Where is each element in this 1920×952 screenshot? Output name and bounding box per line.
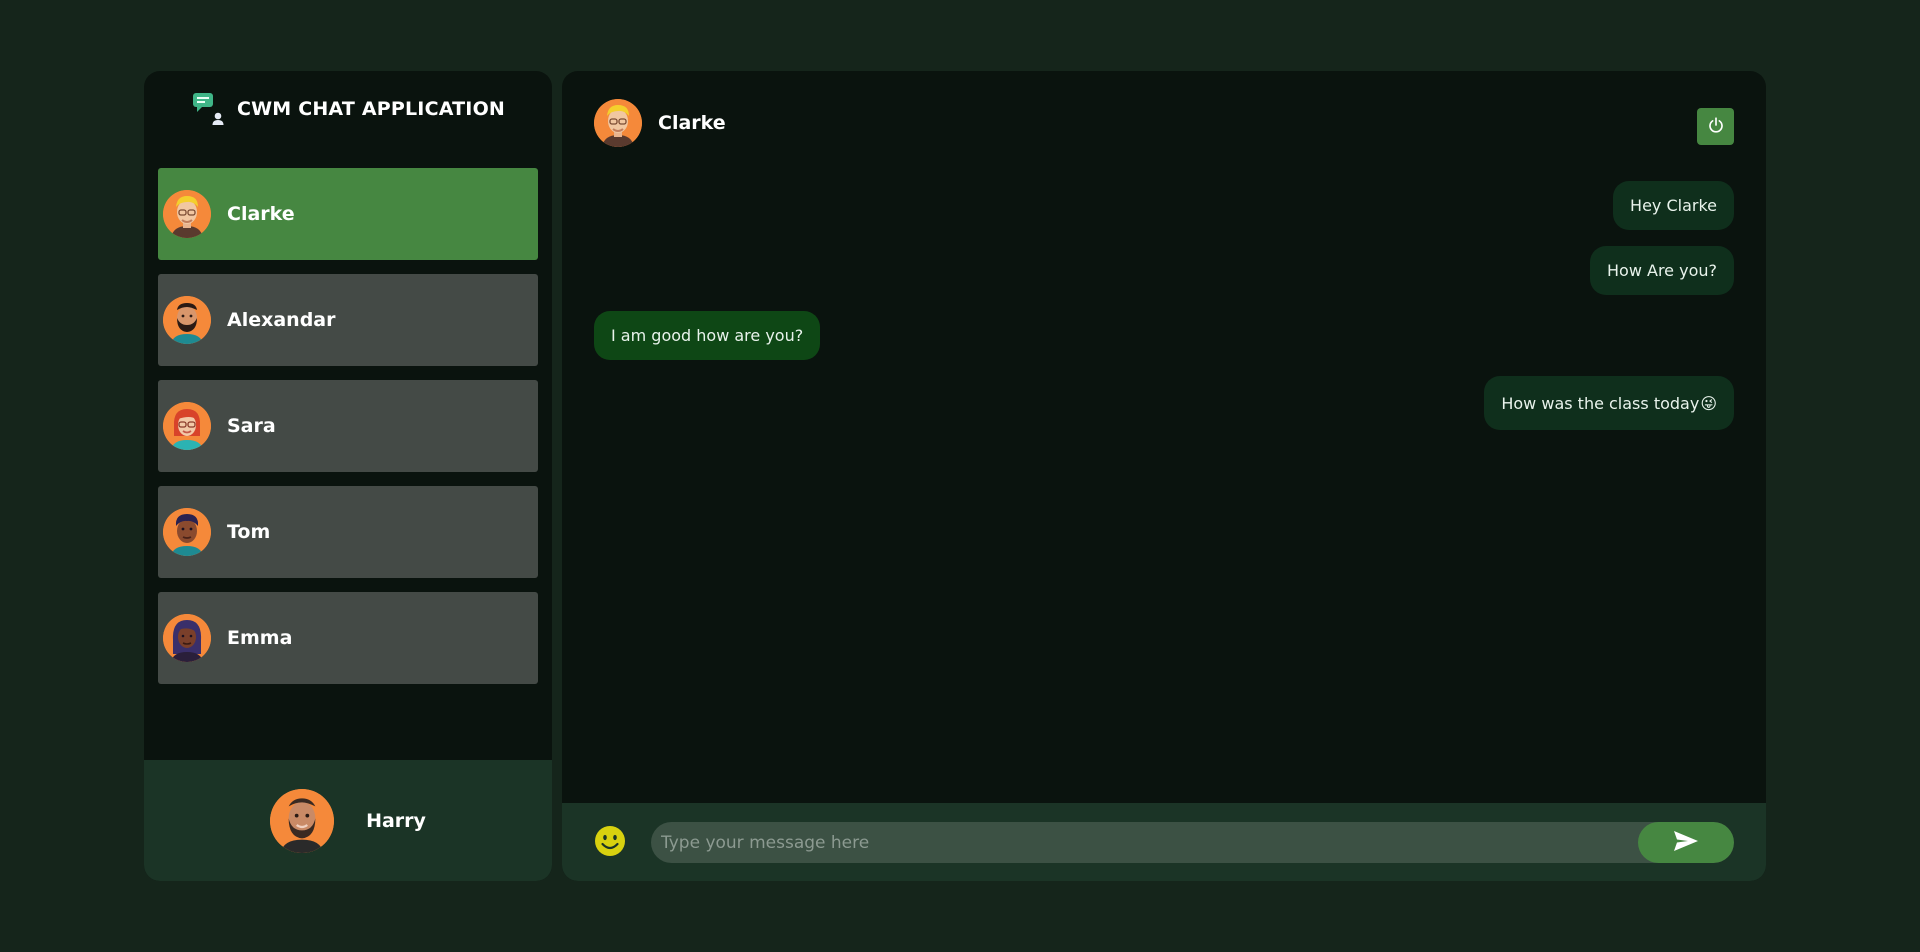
chat-contact-name: Clarke <box>658 112 726 134</box>
chat-bubble-user-icon <box>191 91 225 127</box>
message-text: How was the class today <box>1501 393 1700 413</box>
outgoing-message: How Are you? <box>1590 246 1734 295</box>
contact-name: Clarke <box>227 203 295 225</box>
contact-item-alexandar[interactable]: Alexandar <box>158 274 538 366</box>
message-input-wrapper <box>651 822 1734 863</box>
message-row: How Are you? <box>594 246 1734 295</box>
sidebar: CWM CHAT APPLICATION Clarke Alexandar Sa… <box>144 71 552 881</box>
avatar <box>270 788 335 853</box>
avatar <box>163 402 211 450</box>
outgoing-message: Hey Clarke <box>1613 181 1734 230</box>
logout-button[interactable] <box>1697 108 1734 145</box>
contact-item-tom[interactable]: Tom <box>158 486 538 578</box>
app-title: CWM CHAT APPLICATION <box>236 98 506 120</box>
emoji-picker-button[interactable] <box>594 825 626 857</box>
current-user-name: Harry <box>366 809 426 832</box>
message-row: Hey Clarke <box>594 181 1734 230</box>
current-user-bar: Harry <box>144 760 552 881</box>
chat-panel: Clarke Hey Clarke How Are you? I am good… <box>562 71 1766 881</box>
avatar <box>163 508 211 556</box>
send-arrow-icon <box>1672 829 1700 857</box>
message-row: How was the class today 😜 <box>594 376 1734 430</box>
contact-list: Clarke Alexandar Sara Tom Emma <box>158 168 538 698</box>
contact-item-clarke[interactable]: Clarke <box>158 168 538 260</box>
message-row: I am good how are you? <box>594 311 1734 360</box>
avatar <box>594 99 642 147</box>
send-button[interactable] <box>1638 822 1734 863</box>
power-icon <box>1707 116 1725 138</box>
contact-item-emma[interactable]: Emma <box>158 592 538 684</box>
message-composer <box>562 803 1766 881</box>
app-brand: CWM CHAT APPLICATION <box>144 71 552 147</box>
avatar <box>163 190 211 238</box>
message-input[interactable] <box>661 822 1621 863</box>
avatar <box>163 614 211 662</box>
contact-name: Alexandar <box>227 309 336 331</box>
outgoing-message: How was the class today 😜 <box>1484 376 1734 430</box>
incoming-message: I am good how are you? <box>594 311 821 360</box>
contact-item-sara[interactable]: Sara <box>158 380 538 472</box>
chat-app: CWM CHAT APPLICATION Clarke Alexandar Sa… <box>144 71 1766 881</box>
contact-name: Emma <box>227 627 293 649</box>
winking-tongue-emoji: 😜 <box>1700 393 1717 413</box>
contact-name: Sara <box>227 415 276 437</box>
contact-name: Tom <box>227 521 271 543</box>
chat-header: Clarke <box>594 99 726 147</box>
smiley-icon <box>594 826 626 861</box>
avatar <box>163 296 211 344</box>
message-list: Hey Clarke How Are you? I am good how ar… <box>594 181 1734 430</box>
